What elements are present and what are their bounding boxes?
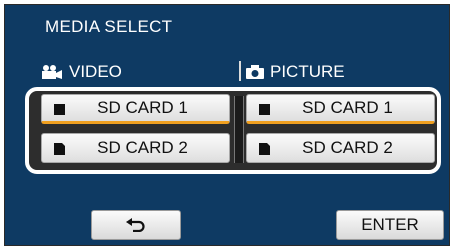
picture-column-label: PICTURE [270, 62, 345, 81]
center-separator [234, 96, 244, 163]
picture-sd-card-2-label: SD CARD 2 [302, 138, 393, 157]
video-sd-card-1-button[interactable]: SD CARD 1 [41, 94, 230, 124]
column-divider [239, 61, 241, 81]
media-select-screen: MEDIA SELECT VIDEO PICTURE SD CARD 1 SD … [4, 4, 450, 246]
picture-sd-card-2-button[interactable]: SD CARD 2 [246, 133, 435, 163]
page-title: MEDIA SELECT [45, 17, 173, 36]
video-sd-card-1-label: SD CARD 1 [97, 98, 188, 117]
video-column-label: VIDEO [69, 62, 122, 81]
enter-button[interactable]: ENTER [336, 210, 444, 240]
camera-icon [246, 65, 264, 79]
return-arrow-icon [126, 218, 145, 232]
picture-sd-card-1-label: SD CARD 1 [302, 98, 393, 117]
picture-sd-card-1-button[interactable]: SD CARD 1 [246, 94, 435, 124]
movie-camera-icon [42, 65, 62, 79]
video-sd-card-2-label: SD CARD 2 [97, 138, 188, 157]
video-sd-card-2-button[interactable]: SD CARD 2 [41, 133, 230, 163]
back-button[interactable] [91, 210, 181, 240]
picture-column-header: PICTURE [246, 62, 345, 82]
video-column-header: VIDEO [41, 62, 122, 82]
